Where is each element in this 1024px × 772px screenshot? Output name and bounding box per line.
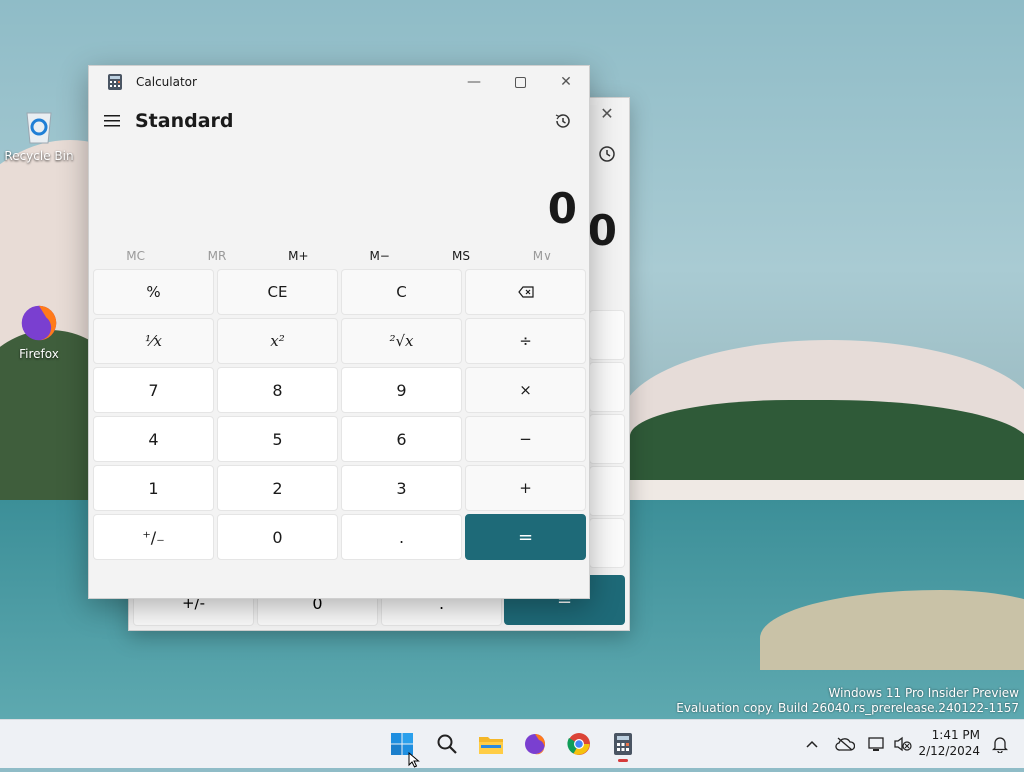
- window-title: Calculator: [136, 75, 197, 89]
- navigation-menu-button[interactable]: [89, 101, 135, 141]
- close-icon: ✕: [560, 74, 572, 90]
- desktop-icon-recycle-bin[interactable]: Recycle Bin: [4, 105, 74, 163]
- calculator-icon: [108, 74, 122, 90]
- clear-key[interactable]: C: [341, 269, 462, 315]
- reciprocal-label: ⅟x: [145, 332, 162, 350]
- hamburger-icon: [104, 114, 120, 126]
- onedrive-tray-button[interactable]: [832, 720, 858, 768]
- digit-6-key[interactable]: 6: [341, 416, 462, 462]
- firefox-icon: [19, 303, 59, 343]
- clock-time: 1:41 PM: [931, 728, 980, 742]
- minimize-icon: —: [467, 74, 481, 90]
- mode-title: Standard: [135, 109, 234, 132]
- search-button[interactable]: [429, 726, 465, 762]
- square-label: x²: [270, 332, 285, 350]
- memory-clear-button[interactable]: MC: [95, 249, 176, 263]
- calculator-taskbar-button[interactable]: [605, 726, 641, 762]
- square-key[interactable]: x²: [217, 318, 338, 364]
- square-root-label: ²√x: [389, 332, 414, 350]
- add-key[interactable]: +: [465, 465, 586, 511]
- watermark-line-1: Windows 11 Pro Insider Preview: [828, 686, 1019, 700]
- digit-5-key[interactable]: 5: [217, 416, 338, 462]
- history-button[interactable]: [545, 103, 581, 139]
- divide-key[interactable]: ÷: [465, 318, 586, 364]
- digit-4-key[interactable]: 4: [93, 416, 214, 462]
- backspace-key[interactable]: [465, 269, 586, 315]
- memory-recall-button[interactable]: MR: [176, 249, 257, 263]
- clock-date: 2/12/2024: [918, 744, 980, 758]
- chrome-taskbar-button[interactable]: [561, 726, 597, 762]
- digit-0-key[interactable]: 0: [217, 514, 338, 560]
- memory-store-button[interactable]: MS: [420, 249, 501, 263]
- recycle-bin-icon: [19, 105, 59, 145]
- negate-key[interactable]: ⁺/₋: [93, 514, 214, 560]
- digit-3-key[interactable]: 3: [341, 465, 462, 511]
- digit-2-key[interactable]: 2: [217, 465, 338, 511]
- network-icon: [868, 737, 884, 751]
- volume-muted-icon: [894, 736, 912, 752]
- reciprocal-key[interactable]: ⅟x: [93, 318, 214, 364]
- equals-key[interactable]: =: [465, 514, 586, 560]
- digit-9-key[interactable]: 9: [341, 367, 462, 413]
- clear-entry-key[interactable]: CE: [217, 269, 338, 315]
- network-tray-button[interactable]: [864, 720, 890, 768]
- history-icon[interactable]: [597, 144, 617, 168]
- close-icon[interactable]: ✕: [595, 104, 619, 124]
- cloud-offline-icon: [835, 737, 855, 751]
- display-value: 0: [547, 184, 577, 233]
- display: 0: [89, 143, 589, 241]
- digit-8-key[interactable]: 8: [217, 367, 338, 413]
- mouse-cursor: [408, 751, 420, 772]
- desktop-icon-firefox[interactable]: Firefox: [4, 303, 74, 361]
- subtract-key[interactable]: −: [465, 416, 586, 462]
- notifications-button[interactable]: [988, 720, 1012, 768]
- maximize-button[interactable]: [497, 66, 543, 98]
- history-icon: [555, 113, 570, 128]
- minimize-button[interactable]: —: [451, 66, 497, 98]
- calculator-icon: [614, 733, 632, 755]
- chrome-icon: [567, 733, 590, 755]
- file-explorer-button[interactable]: [473, 726, 509, 762]
- backspace-icon: [517, 286, 534, 298]
- multiply-key[interactable]: ×: [465, 367, 586, 413]
- chevron-up-icon: [806, 740, 818, 748]
- memory-add-button[interactable]: M+: [258, 249, 339, 263]
- digit-1-key[interactable]: 1: [93, 465, 214, 511]
- taskbar: 1:41 PM 2/12/2024: [0, 719, 1024, 768]
- title-bar[interactable]: Calculator — ✕: [89, 66, 589, 98]
- bell-icon: [992, 737, 1008, 753]
- percent-key[interactable]: %: [93, 269, 214, 315]
- clock[interactable]: 1:41 PM 2/12/2024: [918, 727, 980, 759]
- keypad: % CE C ⅟x x² ²√x ÷ 7 8 9 × 4 5 6 − 1 2 3…: [93, 269, 586, 560]
- memory-list-button[interactable]: M∨: [502, 249, 583, 263]
- desktop-icon-label: Firefox: [19, 347, 59, 361]
- firefox-taskbar-button[interactable]: [517, 726, 553, 762]
- square-root-key[interactable]: ²√x: [341, 318, 462, 364]
- decimal-key[interactable]: .: [341, 514, 462, 560]
- display-value: 0: [587, 206, 617, 255]
- search-icon: [437, 734, 457, 754]
- close-button[interactable]: ✕: [543, 66, 589, 98]
- calculator-window[interactable]: Calculator — ✕ Standard 0 MC MR M+ M− MS…: [88, 65, 590, 599]
- volume-tray-button[interactable]: [890, 720, 916, 768]
- file-explorer-icon: [479, 737, 503, 754]
- evaluation-watermark: Windows 11 Pro Insider Preview Evaluatio…: [676, 686, 1019, 716]
- memory-subtract-button[interactable]: M−: [339, 249, 420, 263]
- show-hidden-icons-button[interactable]: [800, 720, 824, 768]
- maximize-icon: [514, 76, 526, 88]
- watermark-line-2: Evaluation copy. Build 26040.rs_prerelea…: [676, 701, 1019, 715]
- desktop-icon-label: Recycle Bin: [4, 149, 74, 163]
- firefox-icon: [525, 734, 545, 755]
- memory-row: MC MR M+ M− MS M∨: [89, 241, 589, 271]
- digit-7-key[interactable]: 7: [93, 367, 214, 413]
- running-indicator: [618, 759, 628, 762]
- cursor-arrow-icon: [408, 751, 420, 768]
